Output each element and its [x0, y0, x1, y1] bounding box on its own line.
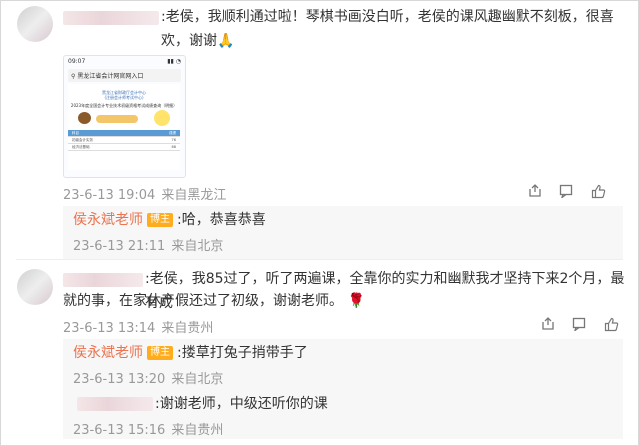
reply-text: :哈，恭喜恭喜: [177, 212, 266, 228]
location: 来自北京: [171, 372, 224, 387]
username[interactable]: [77, 397, 153, 411]
phone-status-bar: 09:07 ▮▮ ◔: [68, 58, 181, 65]
like-icon[interactable]: [589, 184, 607, 202]
image-table-row: 初级会计实务 76: [68, 137, 180, 144]
reply-meta: 23-6-13 21:11 来自北京: [73, 235, 229, 254]
comment-meta: 23-6-13 13:14 来自贵州: [63, 317, 219, 336]
timestamp: 23-6-13 15:16: [73, 423, 166, 438]
reply-text: :谢谢老师，中级还听你的课: [155, 396, 328, 412]
comment-list: :老侯，我顺利通过啦！琴棋书画没白听，老侯的课风趣幽默不刻板，很喜欢，谢谢🙏 0…: [0, 0, 639, 446]
image-table-row: 经济法基础 68: [68, 144, 180, 151]
reply-meta: 23-6-13 13:20 来自北京: [73, 368, 229, 387]
timestamp: 23-6-13 13:14: [63, 321, 156, 336]
reply-author[interactable]: 侯永斌老师: [73, 345, 143, 361]
image-table-row: 科目 成绩: [68, 130, 180, 137]
username[interactable]: [63, 11, 159, 25]
timestamp: 23-6-13 21:11: [73, 239, 166, 254]
avatar[interactable]: [17, 269, 53, 305]
reply: 侯永斌老师 博主 :搂草打兔子捎带手了: [73, 341, 308, 365]
timestamp: 23-6-13 13:20: [73, 372, 166, 387]
like-icon[interactable]: [602, 317, 620, 335]
comment-icon[interactable]: [570, 317, 588, 335]
blogger-badge: 博主: [147, 213, 173, 227]
avatar[interactable]: [17, 6, 53, 42]
redacted-name: [96, 115, 138, 123]
flower-sticker: [154, 110, 170, 126]
location: 来自黑龙江: [161, 188, 227, 203]
comment-image[interactable]: 09:07 ▮▮ ◔ ⚲ 黑龙江省会计网官网入口 黑龙江省财政厅会计中心 (注册会…: [63, 55, 186, 178]
timestamp: 23-6-13 19:04: [63, 188, 156, 203]
comment-text-line2: 就的事，在家休产假还过了初级，谢谢老师。 🌹: [63, 293, 365, 309]
location: 来自北京: [171, 239, 224, 254]
reply-meta: 23-6-13 15:16 来自贵州: [73, 419, 229, 438]
blogger-badge: 博主: [147, 346, 173, 360]
share-icon[interactable]: [539, 317, 557, 335]
location: 来自贵州: [171, 423, 224, 438]
reply-text: :搂草打兔子捎带手了: [177, 345, 308, 361]
comment-meta: 23-6-13 19:04 来自黑龙江: [63, 184, 232, 203]
comment-icon[interactable]: [557, 184, 575, 202]
image-stickers: [68, 110, 180, 130]
location: 来自贵州: [161, 321, 214, 336]
reply-author[interactable]: 侯永斌老师: [73, 212, 143, 228]
image-table-title: 2023年度全国会计专业技术初级资格考试成绩查询（明细）: [70, 103, 178, 108]
reply: 侯永斌老师 博主 :哈，恭喜恭喜: [73, 208, 266, 232]
phone-search-bar: ⚲ 黑龙江省会计网官网入口: [68, 69, 181, 82]
bear-sticker: [78, 112, 91, 124]
username[interactable]: [63, 273, 143, 287]
divider: [16, 259, 623, 260]
phone-content: 黑龙江省财政厅会计中心 (注册会计师考试中心) 2023年度全国会计专业技术初级…: [68, 84, 180, 170]
share-icon[interactable]: [526, 184, 544, 202]
image-subtitle: (注册会计师考试中心): [104, 95, 144, 100]
comment-text: :老侯，我顺利通过啦！琴棋书画没白听，老侯的课风趣幽默不刻板，很喜欢，谢谢🙏: [161, 9, 614, 49]
